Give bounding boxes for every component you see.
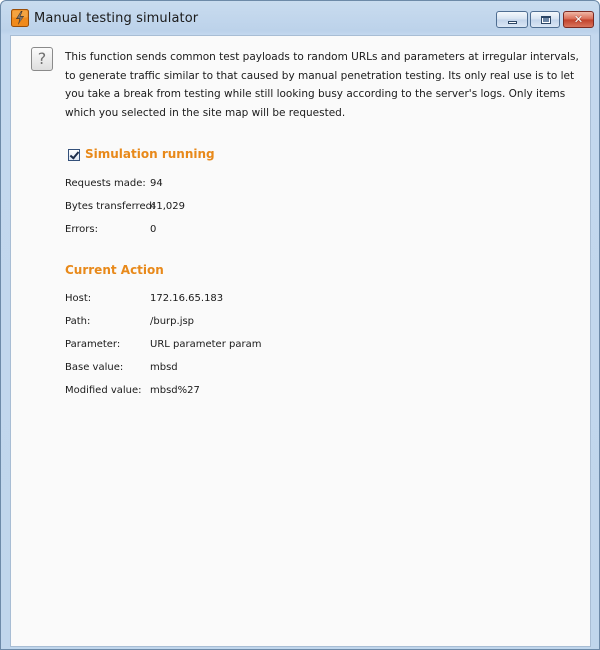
field-value: mbsd bbox=[150, 362, 178, 373]
stat-label: Errors: bbox=[65, 224, 98, 235]
dialog-content: ? This function sends common test payloa… bbox=[10, 35, 591, 647]
question-mark-icon[interactable]: ? bbox=[31, 47, 53, 71]
stat-value: 41,029 bbox=[150, 201, 185, 212]
field-value: URL parameter param bbox=[150, 339, 262, 350]
field-value: /burp.jsp bbox=[150, 316, 195, 327]
field-value: mbsd%27 bbox=[150, 385, 200, 396]
checkbox-checked-icon[interactable] bbox=[68, 149, 80, 161]
manual-testing-simulator-window: Manual testing simulator ✕ ? This functi… bbox=[0, 0, 600, 650]
field-label: Path: bbox=[65, 316, 91, 327]
stat-value: 0 bbox=[150, 224, 157, 235]
description-text: This function sends common test payloads… bbox=[65, 51, 579, 119]
field-label: Modified value: bbox=[65, 385, 142, 396]
close-button[interactable]: ✕ bbox=[563, 11, 594, 28]
field-label: Parameter: bbox=[65, 339, 121, 350]
stat-label: Bytes transferred: bbox=[65, 201, 156, 212]
burp-lightning-icon bbox=[11, 9, 29, 27]
window-title: Manual testing simulator bbox=[34, 11, 199, 26]
simulation-running-label: Simulation running bbox=[85, 147, 215, 161]
current-action-heading: Current Action bbox=[65, 263, 164, 277]
title-bar[interactable]: Manual testing simulator ✕ bbox=[1, 1, 599, 35]
field-label: Base value: bbox=[65, 362, 124, 373]
field-label: Host: bbox=[65, 293, 92, 304]
minimize-icon bbox=[508, 21, 517, 24]
minimize-button[interactable] bbox=[496, 11, 528, 28]
stat-value: 94 bbox=[150, 178, 163, 189]
field-value: 172.16.65.183 bbox=[150, 293, 224, 304]
maximize-button[interactable] bbox=[530, 11, 560, 28]
close-icon: ✕ bbox=[573, 13, 584, 26]
stat-label: Requests made: bbox=[65, 178, 146, 189]
maximize-icon bbox=[541, 16, 551, 24]
